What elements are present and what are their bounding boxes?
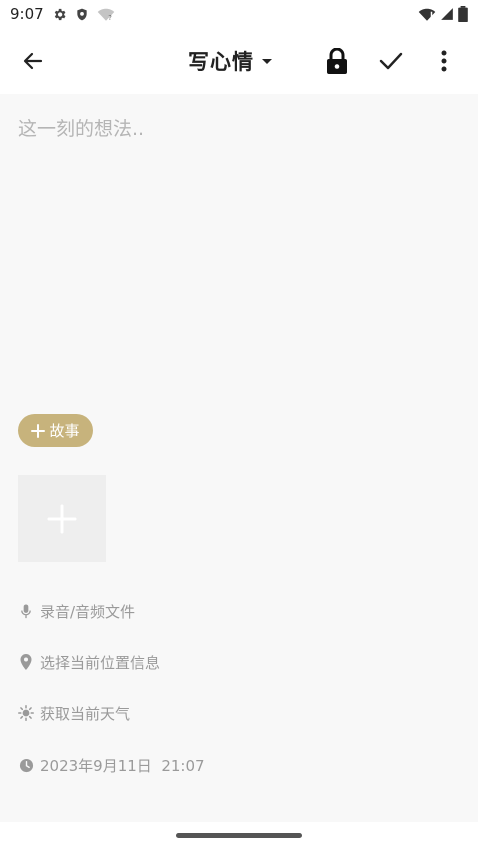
lock-button[interactable] bbox=[320, 42, 354, 80]
battery-icon bbox=[458, 6, 468, 22]
more-vert-icon bbox=[441, 50, 447, 72]
wifi-icon bbox=[418, 7, 436, 21]
plus-icon bbox=[31, 423, 46, 438]
mode-selector[interactable]: 写心情 bbox=[188, 45, 274, 77]
location-option[interactable]: 选择当前位置信息 bbox=[18, 648, 160, 676]
back-button[interactable] bbox=[14, 44, 52, 78]
settings-icon bbox=[52, 7, 67, 22]
status-right bbox=[418, 6, 468, 22]
date-option[interactable]: 2023年9月11日 21:07 bbox=[18, 751, 205, 779]
weather-label: 获取当前天气 bbox=[40, 704, 131, 723]
add-media-button[interactable] bbox=[18, 475, 106, 562]
story-chip-label: 故事 bbox=[49, 422, 80, 440]
check-icon bbox=[379, 52, 403, 70]
location-label: 选择当前位置信息 bbox=[40, 653, 161, 672]
svg-text:?: ? bbox=[108, 14, 112, 21]
save-button[interactable] bbox=[372, 42, 410, 80]
clock-icon bbox=[18, 757, 34, 773]
add-story-button[interactable]: 故事 bbox=[18, 414, 93, 447]
dropdown-caret-icon bbox=[262, 59, 272, 64]
audio-option[interactable]: 录音/音频文件 bbox=[18, 597, 135, 625]
navigation-bar bbox=[0, 822, 478, 850]
content-area: 故事 录音/音频文件 选择当前位置信息 获取当前天气 2023年9月11日 21… bbox=[0, 94, 478, 822]
mood-text-input[interactable] bbox=[18, 114, 460, 404]
sun-icon bbox=[18, 705, 34, 721]
date-label: 2023年9月11日 21:07 bbox=[40, 756, 205, 775]
location-pin-icon bbox=[18, 654, 34, 670]
lock-icon bbox=[327, 47, 347, 74]
status-left: 9:07 ? bbox=[10, 5, 115, 23]
mic-icon bbox=[18, 603, 34, 619]
home-gesture-handle[interactable] bbox=[176, 833, 302, 838]
status-bar: 9:07 ? bbox=[0, 0, 478, 28]
shield-icon bbox=[75, 7, 89, 22]
signal-icon bbox=[440, 7, 454, 21]
status-time: 9:07 bbox=[10, 5, 44, 23]
wifi-unknown-icon: ? bbox=[97, 7, 115, 21]
page-title: 写心情 bbox=[188, 50, 254, 74]
plus-icon bbox=[47, 504, 77, 533]
audio-label: 录音/音频文件 bbox=[40, 602, 136, 621]
app-bar: 写心情 bbox=[0, 28, 478, 94]
back-arrow-icon bbox=[23, 52, 43, 70]
more-options-button[interactable] bbox=[428, 42, 460, 80]
weather-option[interactable]: 获取当前天气 bbox=[18, 699, 130, 727]
